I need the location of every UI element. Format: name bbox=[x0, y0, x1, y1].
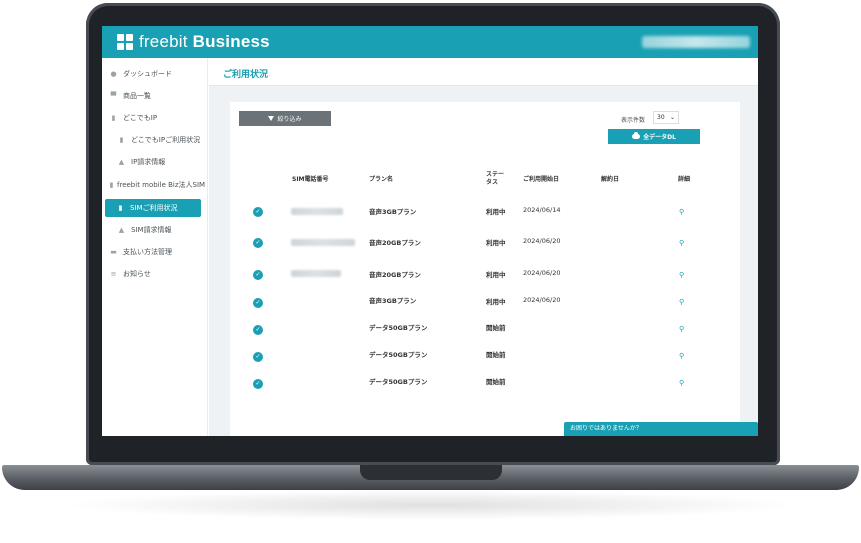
brand-name: freebit Business bbox=[139, 32, 270, 51]
sidebar-item-sim-billing[interactable]: ▲ SIM請求情報 bbox=[118, 221, 172, 239]
check-circle-icon: ✓ bbox=[253, 270, 263, 280]
search-detail-icon[interactable]: ⚲ bbox=[679, 352, 687, 360]
header-status-line1: ステー bbox=[486, 171, 505, 178]
laptop-screen: freebit Business ● ダッシュボード ▀ 商品一覧 ▮ どこでもIP … bbox=[102, 26, 758, 436]
search-detail-icon[interactable]: ⚲ bbox=[679, 298, 687, 306]
download-all-button[interactable]: 全データDL bbox=[608, 129, 700, 144]
table-row[interactable]: ✓ 音声20GBプラン 利用中 2024/06/20 ⚲ bbox=[230, 265, 740, 285]
help-chat-tab[interactable]: お困りではありませんか？ bbox=[564, 422, 758, 436]
filter-button[interactable]: 絞り込み bbox=[239, 111, 331, 126]
usage-card: 絞り込み 表示件数 30 ⌄ 全データDL SIM電話番号 プラン名 ステー タ… bbox=[230, 102, 740, 436]
sidebar-item-ip-billing[interactable]: ▲ IP請求情報 bbox=[118, 153, 166, 171]
plan-name: 音声3GBプラン bbox=[369, 208, 417, 216]
perpage-select[interactable]: 30 ⌄ bbox=[653, 111, 679, 124]
plan-name: データ50GBプラン bbox=[369, 378, 428, 386]
sidebar-item-products[interactable]: ▀ 商品一覧 bbox=[110, 87, 151, 105]
status-text: 利用中 bbox=[486, 208, 506, 216]
header-detail: 詳細 bbox=[678, 176, 691, 183]
start-date: 2024/06/20 bbox=[523, 296, 561, 304]
table-row[interactable]: ✓ 音声20GBプラン 利用中 2024/06/20 ⚲ bbox=[230, 233, 740, 253]
document-icon: ▮ bbox=[119, 135, 124, 144]
plan-name: 音声3GBプラン bbox=[369, 297, 417, 305]
search-detail-icon[interactable]: ⚲ bbox=[679, 239, 687, 247]
phone-number-blurred bbox=[291, 270, 341, 277]
check-circle-icon: ✓ bbox=[253, 379, 263, 389]
card-icon: ▬ bbox=[110, 247, 117, 256]
header-end-date: 解約日 bbox=[601, 176, 620, 183]
search-detail-icon[interactable]: ⚲ bbox=[679, 379, 687, 387]
start-date: 2024/06/20 bbox=[523, 269, 561, 277]
phone-number-blurred bbox=[291, 208, 343, 215]
header-status-line2: タス bbox=[486, 179, 499, 186]
check-circle-icon: ✓ bbox=[253, 352, 263, 362]
plan-name: 音声20GBプラン bbox=[369, 271, 421, 279]
cart-icon: ▀ bbox=[110, 91, 117, 100]
main-content: ご利用状況 絞り込み 表示件数 30 ⌄ 全データDL SIM電話番号 プラン名… bbox=[209, 58, 758, 436]
check-circle-icon: ✓ bbox=[253, 238, 263, 248]
table-row[interactable]: ✓ データ50GBプラン 開始前 ⚲ bbox=[230, 347, 740, 367]
status-text: 開始前 bbox=[486, 378, 506, 386]
sidebar-item-payment[interactable]: ▬ 支払い方法管理 bbox=[110, 243, 172, 261]
plan-name: データ50GBプラン bbox=[369, 351, 428, 359]
plan-name: データ50GBプラン bbox=[369, 324, 428, 332]
page-header: ご利用状況 bbox=[209, 58, 758, 86]
download-label: 全データDL bbox=[643, 134, 676, 141]
laptop-shadow bbox=[60, 490, 800, 520]
list-icon: ≡ bbox=[110, 269, 117, 278]
status-text: 開始前 bbox=[486, 324, 506, 332]
table-row[interactable]: ✓ 音声3GBプラン 利用中 2024/06/20 ⚲ bbox=[230, 293, 740, 313]
search-detail-icon[interactable]: ⚲ bbox=[679, 271, 687, 279]
header-plan: プラン名 bbox=[369, 176, 394, 183]
document-icon: ▮ bbox=[109, 180, 114, 189]
table-row[interactable]: ✓ データ50GBプラン 開始前 ⚲ bbox=[230, 374, 740, 394]
sidebar-item-news[interactable]: ≡ お知らせ bbox=[110, 265, 151, 283]
perpage-value: 30 bbox=[657, 114, 665, 121]
status-text: 利用中 bbox=[486, 271, 506, 279]
check-circle-icon: ✓ bbox=[253, 207, 263, 217]
sidebar-item-biz-sim[interactable]: ▮ freebit mobile Biz法人SIM bbox=[108, 176, 206, 194]
filter-label: 絞り込み bbox=[277, 116, 302, 123]
user-account-blurred[interactable] bbox=[642, 36, 750, 48]
filter-icon bbox=[268, 116, 275, 121]
sidebar-item-dashboard[interactable]: ● ダッシュボード bbox=[110, 65, 172, 83]
search-detail-icon[interactable]: ⚲ bbox=[679, 208, 687, 216]
phone-number-blurred bbox=[291, 239, 355, 246]
app-header: freebit Business bbox=[102, 26, 758, 58]
search-detail-icon[interactable]: ⚲ bbox=[679, 325, 687, 333]
header-start-date: ご利用開始日 bbox=[523, 176, 560, 183]
sidebar: ● ダッシュボード ▀ 商品一覧 ▮ どこでもIP ▮ どこでもIPご利用状況 ▲ IP請… bbox=[102, 58, 208, 436]
header-phone: SIM電話番号 bbox=[292, 176, 329, 183]
perpage-label: 表示件数 bbox=[621, 117, 646, 124]
dashboard-icon: ● bbox=[110, 69, 117, 78]
check-circle-icon: ✓ bbox=[253, 298, 263, 308]
page-title: ご利用状況 bbox=[223, 70, 269, 80]
table-row[interactable]: ✓ データ50GBプラン 開始前 ⚲ bbox=[230, 320, 740, 340]
cloud-download-icon bbox=[632, 132, 641, 139]
sidebar-item-dokodemo-ip[interactable]: ▮ どこでもIP bbox=[110, 109, 158, 127]
document-icon: ▮ bbox=[111, 113, 116, 122]
laptop-notch bbox=[360, 465, 502, 480]
table-row[interactable]: ✓ 音声3GBプラン 利用中 2024/06/14 ⚲ bbox=[230, 202, 740, 222]
check-circle-icon: ✓ bbox=[253, 325, 263, 335]
status-text: 利用中 bbox=[486, 298, 506, 306]
sidebar-item-ip-usage[interactable]: ▮ どこでもIPご利用状況 bbox=[118, 131, 201, 149]
freebit-logo-icon bbox=[117, 34, 133, 50]
coins-icon: ▲ bbox=[118, 225, 125, 234]
plan-name: 音声20GBプラン bbox=[369, 239, 421, 247]
chevron-down-icon: ⌄ bbox=[669, 114, 675, 121]
start-date: 2024/06/20 bbox=[523, 237, 561, 245]
status-text: 開始前 bbox=[486, 351, 506, 359]
start-date: 2024/06/14 bbox=[523, 206, 561, 214]
header-status: ステー タス bbox=[486, 171, 504, 187]
document-icon: ▮ bbox=[118, 203, 123, 212]
sidebar-item-sim-usage[interactable]: ▮ SIMご利用状況 bbox=[105, 199, 201, 217]
coins-icon: ▲ bbox=[118, 157, 125, 166]
status-text: 利用中 bbox=[486, 239, 506, 247]
